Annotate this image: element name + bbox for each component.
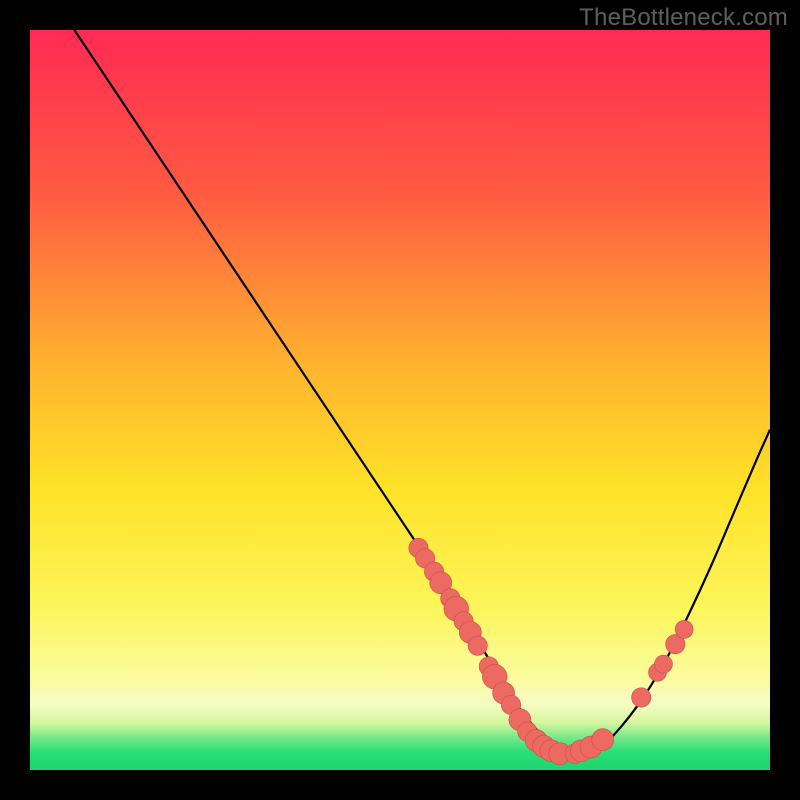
data-marker	[675, 620, 693, 638]
watermark-text: TheBottleneck.com	[579, 4, 788, 32]
data-marker	[632, 688, 651, 707]
chart-frame	[30, 30, 770, 770]
bottleneck-chart	[30, 30, 770, 770]
data-marker	[592, 729, 614, 751]
data-marker	[468, 636, 487, 655]
data-marker	[654, 655, 672, 673]
